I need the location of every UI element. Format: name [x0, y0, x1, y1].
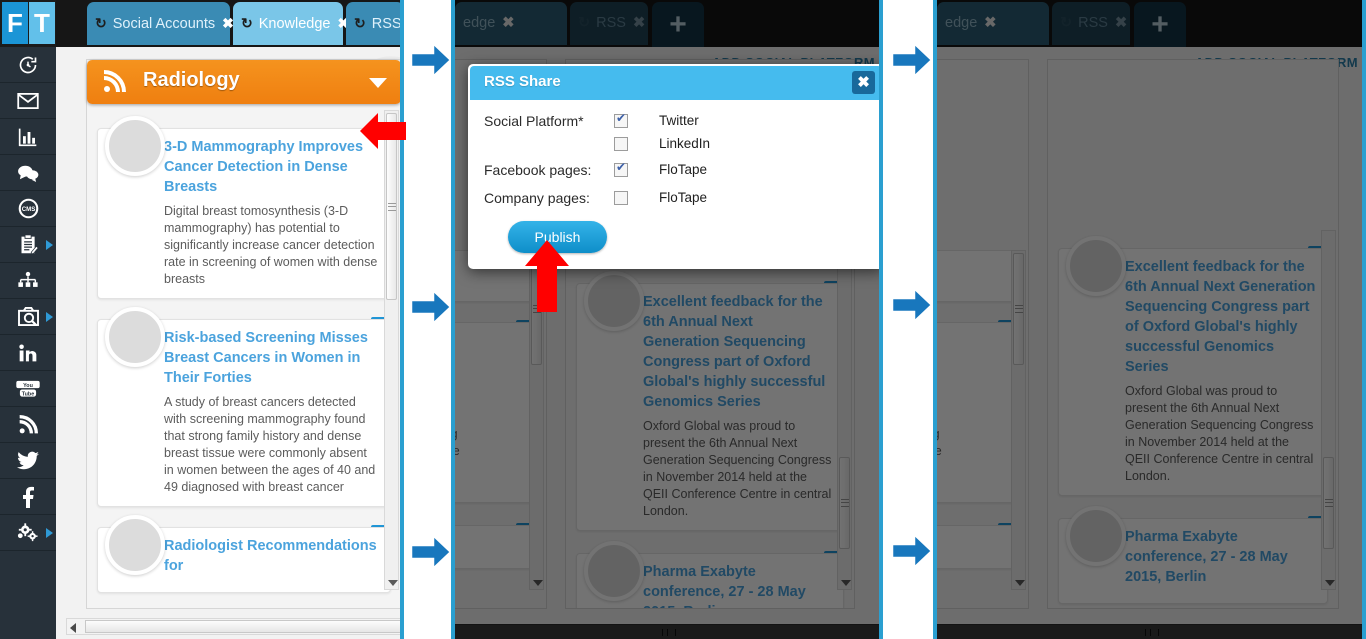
- tab-social-accounts[interactable]: ↻ Social Accounts ✖: [87, 2, 234, 45]
- facebook-page-checkbox[interactable]: [614, 160, 628, 177]
- scroll-left-arrow-icon[interactable]: [70, 623, 76, 633]
- twitter-checkbox[interactable]: [614, 111, 628, 128]
- panel-step-3: edge✖ ↻RSS✖ + ADD SOCIAL PLATFORM tion r…: [937, 0, 1366, 639]
- avatar: [105, 515, 165, 575]
- company-page-checkbox[interactable]: [614, 191, 628, 205]
- panel-divider: [400, 0, 404, 639]
- panel-divider: [933, 0, 937, 639]
- twitter-option-label: Twitter: [659, 113, 699, 128]
- scrollbar-thumb[interactable]: [85, 620, 404, 633]
- field-label: Social Platform*: [484, 113, 584, 129]
- sidebar-item-org-chart[interactable]: [0, 263, 56, 299]
- rss-column-radiology: Radiology 10 days ago 3-D Mammography Im…: [86, 59, 402, 609]
- expand-arrow-icon[interactable]: [46, 527, 53, 538]
- sidebar-item-facebook[interactable]: [0, 479, 56, 515]
- panel-divider: [879, 0, 883, 639]
- field-label: Facebook pages:: [484, 162, 592, 178]
- article-title[interactable]: Risk-based Screening Misses Breast Cance…: [164, 328, 380, 388]
- tab-label: Knowledge: [258, 16, 331, 32]
- refresh-icon[interactable]: ↻: [354, 2, 366, 45]
- sidebar-item-content[interactable]: [0, 227, 56, 263]
- list-item: 15 days ago Radiologist Recommendations …: [97, 515, 391, 593]
- content-area: f ADD SOCIAL PLATFORM Radiology 10 day: [56, 47, 404, 639]
- sidebar-item-rss[interactable]: [0, 407, 56, 443]
- article-title[interactable]: 3-D Mammography Improves Cancer Detectio…: [164, 137, 380, 197]
- rss-feed-list: 10 days ago 3-D Mammography Improves Can…: [87, 110, 401, 608]
- screenshot-root: F T ↻ Social Accounts ✖ ↻ Knowledge ✖ ↻ RSS: [0, 0, 1366, 639]
- sidebar-rail: CMS You Tube: [0, 47, 56, 639]
- linkedin-checkbox[interactable]: [614, 137, 628, 151]
- red-arrow-left-annotation: [360, 113, 406, 149]
- app-logo[interactable]: F T: [0, 0, 56, 47]
- refresh-icon[interactable]: ↻: [241, 2, 253, 45]
- dialog-header: RSS Share ✖: [470, 66, 882, 100]
- step-arrow-right-1: [409, 40, 453, 80]
- logo-letter-t: T: [29, 2, 55, 44]
- list-item: 10 days ago 3-D Mammography Improves Can…: [97, 116, 391, 299]
- rss-column-title: Radiology: [143, 69, 240, 91]
- svg-text:CMS: CMS: [21, 206, 35, 213]
- form-row-social-platform: Social Platform* Twitter: [484, 110, 868, 137]
- article-summary: A study of breast cancers detected with …: [164, 395, 376, 494]
- sidebar-item-history[interactable]: [0, 47, 56, 83]
- step-arrow-right-4: [890, 40, 934, 80]
- refresh-icon[interactable]: ↻: [95, 2, 107, 45]
- panel-divider: [1362, 0, 1366, 639]
- panel-step-2: edge✖ ↻RSS✖ + ADD SOCIAL PLATFORM tion: [455, 0, 883, 639]
- linkedin-option-label: LinkedIn: [659, 136, 711, 151]
- article-title[interactable]: Radiologist Recommendations for: [164, 536, 380, 576]
- expand-arrow-icon[interactable]: [46, 311, 53, 322]
- rss-share-dialog: RSS Share ✖ Social Platform* Twitter Lin…: [468, 64, 883, 269]
- sidebar-item-chat[interactable]: [0, 155, 56, 191]
- panel-step-1: F T ↻ Social Accounts ✖ ↻ Knowledge ✖ ↻ RSS: [0, 0, 404, 639]
- sidebar-item-settings[interactable]: [0, 515, 56, 551]
- vertical-scrollbar[interactable]: [384, 110, 399, 590]
- expand-arrow-icon[interactable]: [46, 239, 53, 250]
- sidebar-item-mail[interactable]: [0, 83, 56, 119]
- company-page-label: FloTape: [659, 190, 708, 205]
- rss-column-header[interactable]: Radiology: [87, 60, 401, 104]
- step-arrow-right-6: [890, 531, 934, 571]
- tab-label: Social Accounts: [112, 16, 216, 32]
- tab-rss[interactable]: ↻ RSS: [346, 2, 404, 45]
- facebook-page-label: FloTape: [659, 162, 708, 177]
- scroll-down-arrow-icon[interactable]: [388, 580, 398, 586]
- chevron-down-icon[interactable]: [369, 78, 387, 88]
- sidebar-item-linkedin[interactable]: [0, 335, 56, 371]
- avatar: [105, 307, 165, 367]
- form-row-facebook-pages: Facebook pages: FloTape: [484, 159, 868, 187]
- tab-knowledge[interactable]: ↻ Knowledge ✖: [233, 2, 349, 45]
- tab-label: RSS: [371, 16, 402, 32]
- sidebar-item-youtube[interactable]: You Tube: [0, 371, 56, 407]
- avatar: [105, 116, 165, 176]
- list-item: 10 days ago Risk-based Screening Misses …: [97, 307, 391, 507]
- article-summary: Digital breast tomosynthesis (3-D mammog…: [164, 204, 378, 286]
- field-label: Company pages:: [484, 190, 590, 206]
- modal-overlay[interactable]: [937, 0, 1365, 639]
- rss-icon: [101, 70, 127, 99]
- sidebar-item-cms[interactable]: CMS: [0, 191, 56, 227]
- logo-letter-f: F: [2, 2, 28, 44]
- panel-divider: [451, 0, 455, 639]
- sidebar-item-twitter[interactable]: [0, 443, 56, 479]
- sidebar-item-media-search[interactable]: [0, 299, 56, 335]
- close-icon[interactable]: ✖: [852, 71, 875, 94]
- step-arrow-right-3: [409, 532, 453, 572]
- top-tab-bar: F T ↻ Social Accounts ✖ ↻ Knowledge ✖ ↻ RSS: [0, 0, 404, 47]
- svg-text:You: You: [23, 382, 33, 388]
- red-arrow-up-annotation: [525, 240, 569, 312]
- step-arrow-right-2: [409, 287, 453, 327]
- form-row-company-pages: Company pages: FloTape: [484, 187, 868, 215]
- horizontal-scrollbar[interactable]: [66, 618, 404, 635]
- form-row-linkedin: LinkedIn: [484, 136, 868, 159]
- sidebar-item-analytics[interactable]: [0, 119, 56, 155]
- step-arrow-right-5: [890, 285, 934, 325]
- svg-text:Tube: Tube: [22, 391, 34, 397]
- dialog-title: RSS Share: [484, 73, 561, 90]
- rail-filler: [0, 551, 56, 639]
